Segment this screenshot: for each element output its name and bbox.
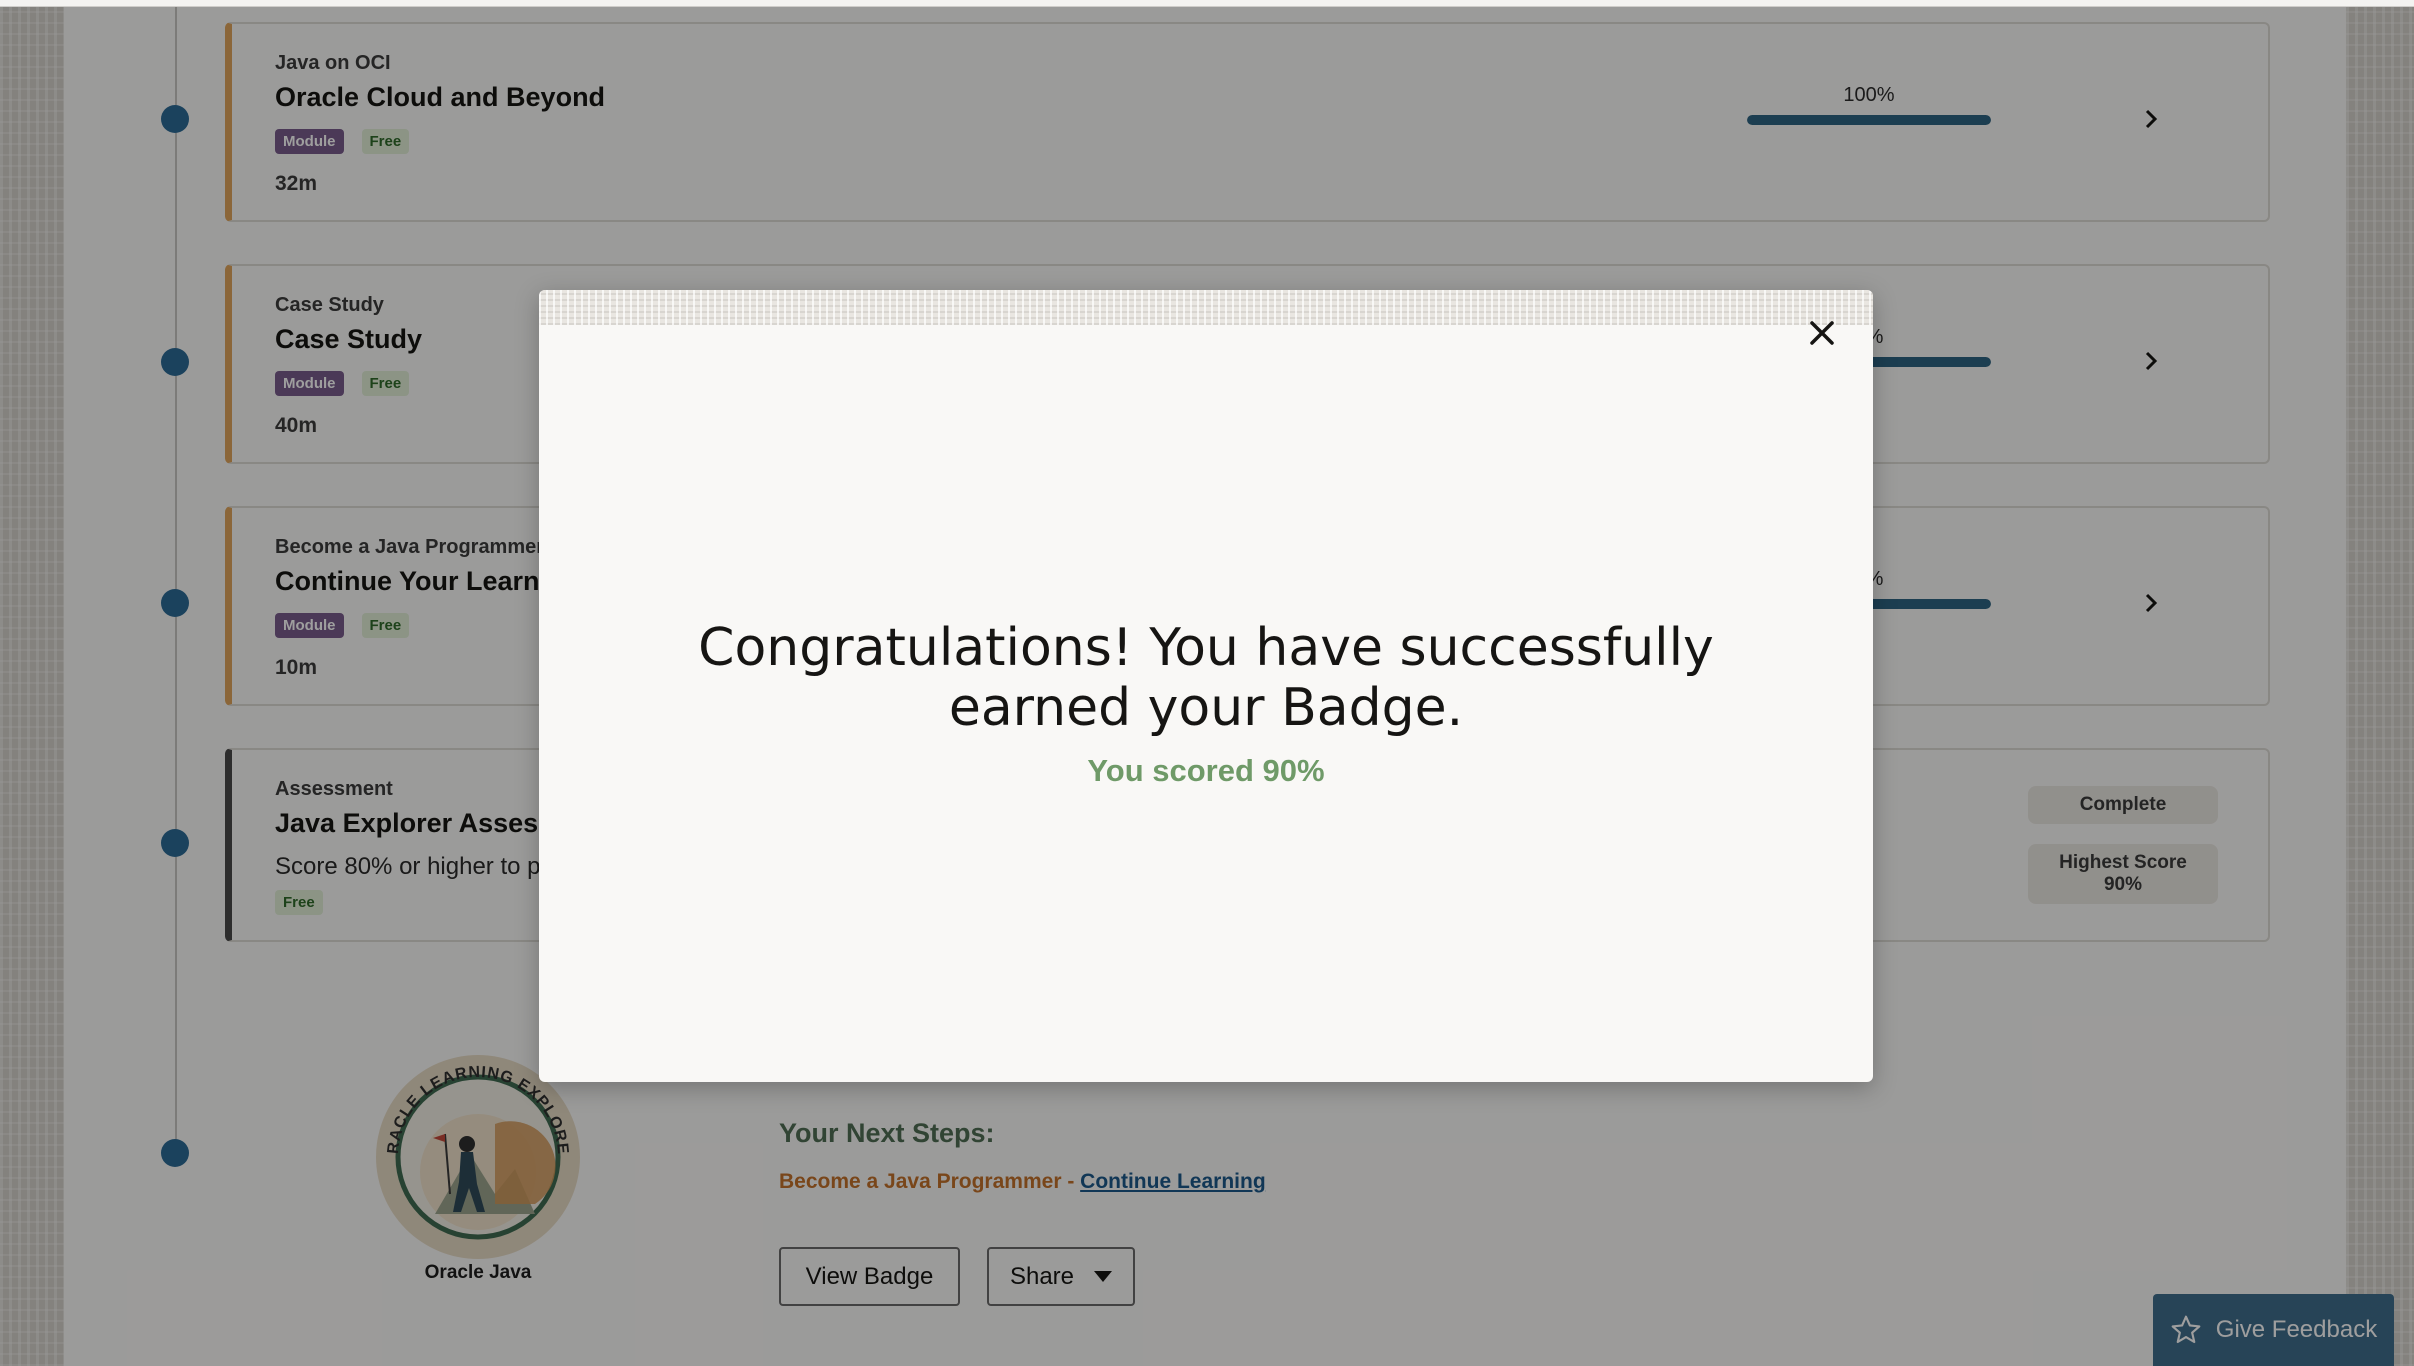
- congratulations-dialog: Congratulations! You have successfully e…: [539, 290, 1873, 1082]
- dialog-header-band: [539, 290, 1873, 325]
- dialog-score: You scored 90%: [1087, 753, 1325, 788]
- close-icon[interactable]: [1807, 318, 1837, 348]
- browser-top-edge: [0, 0, 2414, 7]
- dialog-heading: Congratulations! You have successfully e…: [698, 618, 1714, 738]
